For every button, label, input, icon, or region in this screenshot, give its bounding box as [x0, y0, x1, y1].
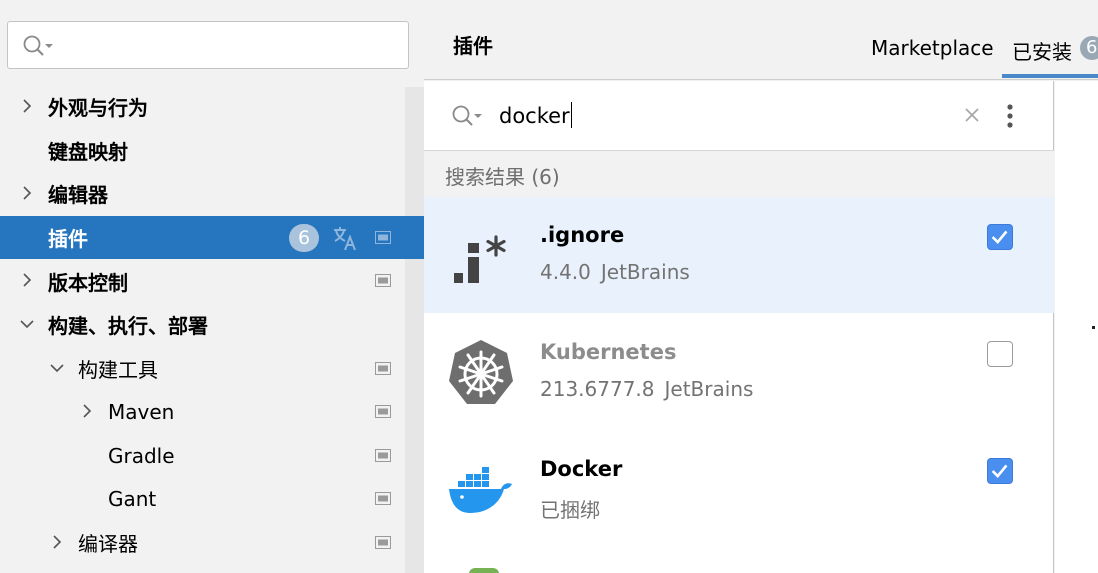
tree-item-appearance[interactable]: 外观与行为 [0, 85, 405, 129]
plugin-version: 4.4.0 [540, 260, 591, 284]
search-icon[interactable] [451, 104, 485, 128]
translate-icon [334, 226, 356, 251]
installed-count-badge: 6 [1080, 36, 1098, 60]
tree-item-gradle[interactable]: Gradle [0, 434, 405, 478]
chevron-down-icon [50, 363, 64, 372]
tree-item-build-tools[interactable]: 构建工具 [0, 347, 405, 391]
more-options-icon[interactable] [1006, 103, 1014, 129]
sidebar-scrollbar[interactable] [405, 87, 424, 573]
plugin-meta: 已捆绑 [540, 494, 600, 523]
tree-item-plugins[interactable]: 插件 6 [0, 215, 424, 260]
project-level-icon [375, 448, 391, 462]
docker-logo-icon [449, 467, 512, 513]
chevron-right-icon [53, 535, 62, 549]
plugin-enabled-checkbox[interactable] [987, 341, 1013, 367]
search-results-title: 搜索结果 (6) [445, 165, 560, 189]
plugins-count-badge: 6 [289, 223, 319, 252]
plugin-name: Docker [540, 457, 623, 481]
plugin-search-bar: docker [424, 81, 1054, 151]
project-level-icon [375, 230, 391, 244]
tree-item-label: 键盘映射 [48, 139, 128, 164]
tree-item-label: 构建工具 [78, 357, 158, 382]
tab-installed[interactable]: 已安装 [1012, 36, 1072, 65]
tree-item-editor[interactable]: 编辑器 [0, 172, 405, 216]
tree-item-version-control[interactable]: 版本控制 [0, 259, 405, 303]
settings-search-input[interactable] [7, 21, 409, 69]
project-level-icon [375, 492, 391, 506]
tree-item-label: 编译器 [78, 532, 138, 557]
chevron-right-icon [83, 404, 92, 418]
tree-item-label: Gradle [108, 443, 175, 468]
checkmark-icon [991, 230, 1008, 244]
plugin-item-kubernetes[interactable]: Kubernetes 213.6777.8 JetBrains [424, 314, 1054, 430]
tree-item-label: 插件 [48, 227, 88, 252]
tab-active-indicator [1002, 74, 1098, 78]
plugin-enabled-checkbox[interactable] [987, 458, 1013, 484]
project-level-icon [375, 361, 391, 375]
settings-sidebar: 外观与行为 键盘映射 编辑器 插件 6 版本控制 构建、执行、部署 构建工具 M… [0, 0, 424, 573]
tree-item-maven[interactable]: Maven [0, 390, 405, 434]
tree-item-keymap[interactable]: 键盘映射 [0, 129, 405, 173]
search-results-header: 搜索结果 (6) [424, 151, 1054, 197]
plugin-meta: 4.4.0 JetBrains [540, 260, 690, 284]
tree-item-label: 构建、执行、部署 [48, 314, 208, 339]
plugin-name: .ignore [540, 223, 625, 247]
checkmark-icon [991, 464, 1008, 478]
tree-item-label: Gant [108, 487, 157, 512]
next-plugin-logo-icon [469, 568, 499, 573]
search-icon [23, 35, 53, 56]
plugin-vendor: JetBrains [664, 377, 754, 401]
tree-item-label: 编辑器 [48, 183, 108, 208]
project-level-icon [375, 535, 391, 549]
chevron-right-icon [23, 186, 32, 200]
chevron-right-icon [23, 273, 32, 287]
page-title: 插件 [453, 34, 493, 58]
plugin-item-docker[interactable]: Docker 已捆绑 [424, 431, 1054, 547]
detail-dot [1092, 326, 1095, 329]
ignore-logo-icon [454, 235, 506, 283]
plugin-version: 已捆绑 [540, 498, 600, 522]
text-caret [570, 102, 573, 128]
chevron-right-icon [23, 99, 32, 113]
tree-item-gant[interactable]: Gant [0, 477, 405, 521]
plugin-version: 213.6777.8 [540, 377, 655, 401]
tree-item-label: 版本控制 [48, 270, 128, 295]
plugin-list-panel: docker 搜索结果 (6) .ignore 4.4.0 JetBrains [424, 81, 1054, 573]
project-level-icon [375, 274, 391, 288]
plugin-vendor: JetBrains [600, 260, 690, 284]
kubernetes-logo-icon [449, 340, 513, 404]
chevron-down-icon [20, 320, 34, 329]
plugin-name: Kubernetes [540, 340, 677, 364]
tree-item-label: 外观与行为 [48, 96, 148, 121]
settings-tree: 外观与行为 键盘映射 编辑器 插件 6 版本控制 构建、执行、部署 构建工具 M… [0, 85, 424, 565]
project-level-icon [375, 405, 391, 419]
search-query-text: docker [499, 104, 570, 128]
plugin-item-ignore[interactable]: .ignore 4.4.0 JetBrains [424, 197, 1054, 313]
tree-item-label: Maven [108, 399, 175, 424]
plugins-header: 插件 Marketplace 已安装 6 [424, 0, 1098, 80]
plugin-search-input[interactable]: docker [499, 102, 573, 128]
tree-item-compiler[interactable]: 编译器 [0, 521, 405, 565]
plugin-enabled-checkbox[interactable] [987, 224, 1013, 250]
plugin-meta: 213.6777.8 JetBrains [540, 377, 753, 401]
clear-icon[interactable] [962, 105, 982, 125]
tab-marketplace[interactable]: Marketplace [871, 36, 994, 60]
tree-item-build-execution-deployment[interactable]: 构建、执行、部署 [0, 303, 405, 347]
